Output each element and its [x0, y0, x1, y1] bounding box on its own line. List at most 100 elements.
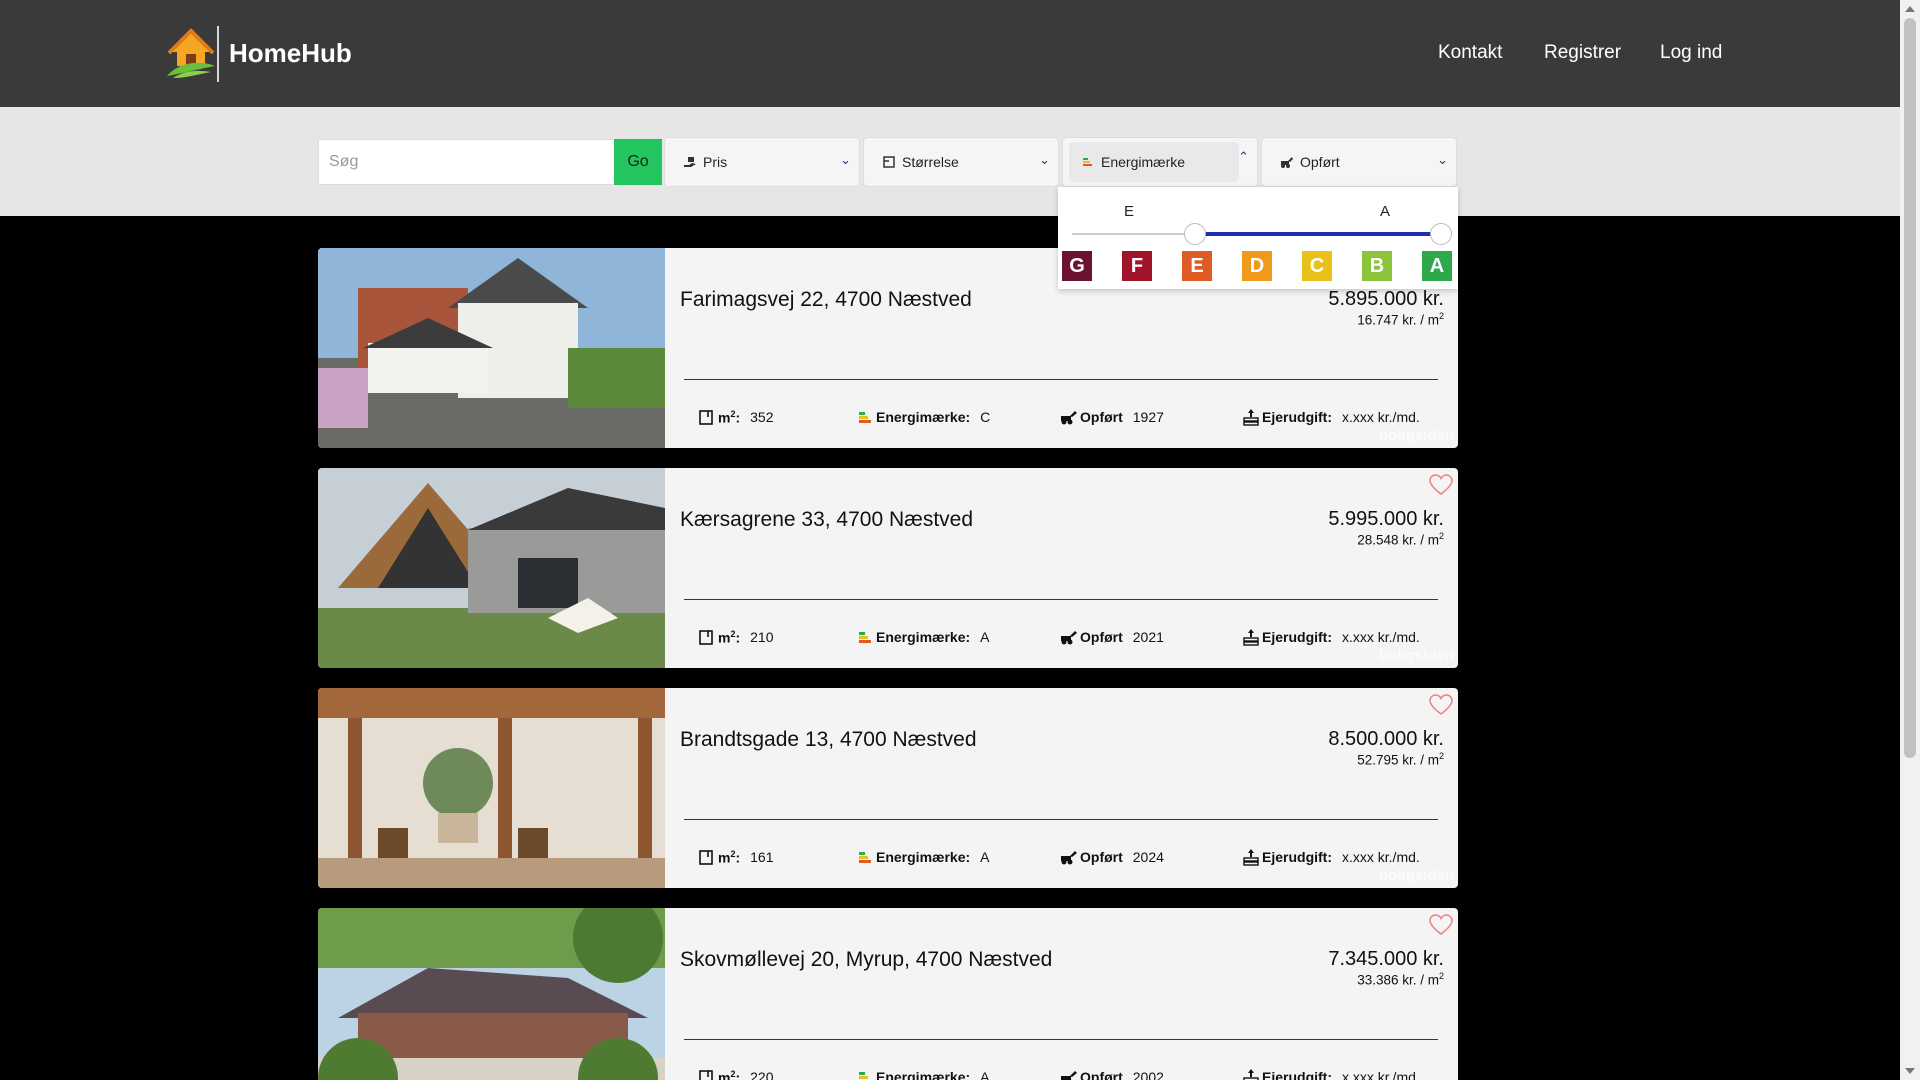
chevron-down-icon: ⌄	[1039, 152, 1050, 167]
stat-built: Opført 1927	[1060, 408, 1164, 426]
listing-price: 7.345.000 kr.	[1328, 948, 1444, 970]
stat-built: Opført 2021	[1060, 628, 1164, 646]
listing-address[interactable]: Brandtsgade 13, 4700 Næstved	[680, 728, 977, 752]
energy-slider-max-handle[interactable]	[1430, 223, 1452, 245]
stat-area: m2: 210	[698, 628, 774, 646]
search-input[interactable]	[318, 139, 614, 185]
favorite-heart-icon[interactable]	[1429, 474, 1453, 496]
stat-built-value: 1927	[1132, 409, 1164, 425]
energy-max-label: A	[1380, 203, 1391, 220]
nav-register[interactable]: Registrer	[1544, 42, 1621, 64]
stat-energy: Energimærke: C	[856, 408, 990, 426]
watermark-text: boligsiden	[1379, 427, 1454, 444]
listing-price-per-sqm: 16.747 kr. / m2	[1357, 311, 1444, 328]
energy-grade-badge-b[interactable]: B	[1362, 251, 1392, 281]
built-dropdown[interactable]: Opført ⌄	[1261, 137, 1457, 187]
stat-owner-cost-value: x.xxx kr./md.	[1342, 849, 1420, 865]
energy-slider-min-handle[interactable]	[1184, 223, 1206, 245]
listing-photo[interactable]	[318, 908, 665, 1080]
stat-owner-cost: Ejerudgift: x.xxx kr./md.	[1242, 408, 1420, 426]
energy-grade-badge-c[interactable]: C	[1302, 251, 1332, 281]
listing-divider	[684, 379, 1438, 380]
energy-min-label: E	[1124, 203, 1135, 220]
logo-divider	[217, 26, 219, 82]
money-stack-icon	[1243, 1069, 1259, 1080]
energy-grade-badge-e[interactable]: E	[1182, 251, 1212, 281]
stat-area: m2: 352	[698, 408, 774, 426]
floorplan-icon	[699, 630, 713, 645]
stat-built-value: 2021	[1132, 629, 1164, 645]
energy-bars-icon	[859, 632, 871, 643]
money-stack-icon	[1243, 409, 1259, 426]
favorite-heart-icon[interactable]	[1429, 914, 1453, 936]
chevron-up-icon: ⌃	[1238, 149, 1249, 164]
energy-bars-icon	[1083, 158, 1092, 166]
listing-price: 5.995.000 kr.	[1328, 508, 1444, 530]
energy-bars-icon	[859, 852, 871, 863]
scrollbar-thumb[interactable]	[1904, 18, 1916, 758]
nav-contact[interactable]: Kontakt	[1438, 42, 1502, 64]
listing-photo[interactable]	[318, 248, 665, 448]
stat-energy: Energimærke: A	[856, 628, 990, 646]
listing-price-per-sqm: 52.795 kr. / m2	[1357, 751, 1444, 768]
listing-photo[interactable]	[318, 688, 665, 888]
listing-price-per-sqm: 28.548 kr. / m2	[1357, 531, 1444, 548]
favorite-heart-icon[interactable]	[1429, 694, 1453, 716]
nav-login[interactable]: Log ind	[1660, 42, 1722, 64]
stat-energy: Energimærke: A	[856, 848, 990, 866]
money-stack-icon	[1243, 849, 1259, 866]
listing-address[interactable]: Kærsagrene 33, 4700 Næstved	[680, 508, 973, 532]
stat-owner-cost: Ejerudgift: x.xxx kr./md.	[1242, 628, 1420, 646]
stat-energy-value: C	[980, 409, 991, 425]
stat-built: Opført 2002	[1060, 1068, 1164, 1080]
excavator-icon	[1281, 157, 1293, 168]
stat-owner-cost: Ejerudgift: x.xxx kr./md.	[1242, 1068, 1420, 1080]
scroll-up-arrow-icon[interactable]	[1905, 6, 1915, 12]
energy-label: Energimærke	[1101, 154, 1186, 170]
stat-owner-cost-value: x.xxx kr./md.	[1342, 629, 1420, 645]
stat-owner-cost: Ejerudgift: x.xxx kr./md.	[1242, 848, 1420, 866]
listing-card[interactable]: boligsidenSkovmøllevej 20, Myrup, 4700 N…	[318, 908, 1458, 1080]
page-scrollbar[interactable]	[1900, 0, 1920, 1080]
stat-area: m2: 220	[698, 1068, 774, 1080]
listing-address[interactable]: Farimagsvej 22, 4700 Næstved	[680, 288, 972, 312]
size-dropdown[interactable]: Størrelse ⌄	[863, 137, 1059, 187]
homehub-logo-icon[interactable]	[165, 26, 217, 80]
energy-grade-badge-a[interactable]: A	[1422, 251, 1452, 281]
energy-grade-badge-d[interactable]: D	[1242, 251, 1272, 281]
stat-built-value: 2002	[1132, 1069, 1164, 1080]
listing-photo[interactable]	[318, 468, 665, 668]
stat-area-value: 210	[750, 629, 774, 645]
listing-card[interactable]: boligsiden Kærsagrene 33, 4700 Næstved 5.9…	[318, 468, 1458, 668]
watermark-text: boligsiden	[1379, 647, 1454, 664]
listing-divider	[684, 1039, 1438, 1040]
stat-owner-cost-value: x.xxx kr./md.	[1342, 409, 1420, 425]
scroll-down-arrow-icon[interactable]	[1905, 1068, 1915, 1074]
listing-price: 8.500.000 kr.	[1328, 728, 1444, 750]
watermark-text: boligsiden	[1379, 867, 1454, 884]
listing-divider	[684, 599, 1438, 600]
energy-range-popup: E A GFEDCBA	[1058, 187, 1458, 289]
floorplan-icon	[883, 156, 895, 168]
go-button[interactable]: Go	[614, 139, 662, 185]
energy-grade-badge-f[interactable]: F	[1122, 251, 1152, 281]
stat-energy-value: A	[980, 1069, 990, 1080]
listing-card[interactable]: boligsiden Brandtsgade 13, 4700 Næstved 8.…	[318, 688, 1458, 888]
stat-area-value: 161	[750, 849, 774, 865]
energy-dropdown[interactable]: Energimærke ⌃	[1062, 137, 1258, 187]
stat-energy: Energimærke: A	[856, 1068, 990, 1080]
floorplan-icon	[699, 850, 713, 865]
top-navbar: HomeHub Kontakt Registrer Log ind	[0, 0, 1900, 107]
floorplan-icon	[699, 1070, 713, 1080]
built-label: Opført	[1300, 154, 1340, 170]
listing-divider	[684, 819, 1438, 820]
chevron-down-icon: ⌄	[1437, 152, 1448, 167]
money-stack-icon	[1243, 629, 1259, 646]
listing-address[interactable]: Skovmøllevej 20, Myrup, 4700 Næstved	[680, 948, 1052, 972]
chevron-down-icon: ⌄	[840, 152, 851, 167]
stat-built: Opført 2024	[1060, 848, 1164, 866]
brand-name[interactable]: HomeHub	[229, 38, 352, 69]
size-label: Størrelse	[902, 154, 959, 170]
price-dropdown[interactable]: Pris ⌄	[664, 137, 860, 187]
energy-grade-badge-g[interactable]: G	[1062, 251, 1092, 281]
